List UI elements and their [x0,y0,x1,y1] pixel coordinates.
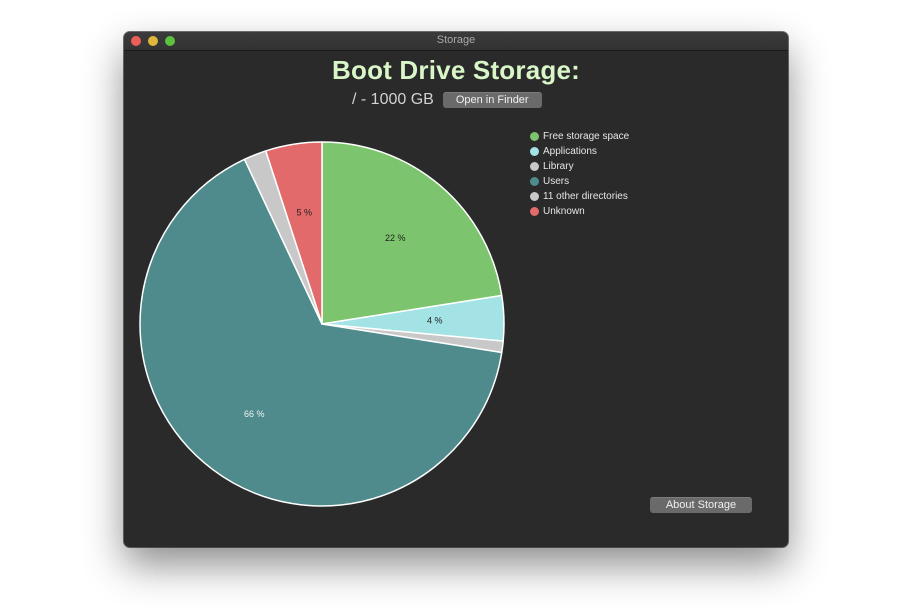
storage-window: Storage Boot Drive Storage: / - 1000 GB … [124,32,788,547]
legend-item: Library [530,159,629,174]
legend-label: Unknown [543,206,585,217]
legend-swatch [530,147,539,156]
legend-item: Users [530,174,629,189]
legend-label: Users [543,176,570,187]
legend-item: Unknown [530,204,629,219]
pie-slice-label: 5 % [297,208,313,218]
legend-label: 11 other directories [543,191,628,202]
pie-slice-free-storage-space[interactable] [321,141,503,325]
legend-item: Applications [530,144,629,159]
legend-swatch [530,177,539,186]
storage-pie-chart: 22 % 4 % 66 % 5 % [139,141,505,507]
pie-slice-label: 22 % [385,233,406,243]
chart-legend: Free storage space Applications Library Use… [530,129,629,219]
legend-item: Free storage space [530,129,629,144]
legend-label: Applications [543,146,597,157]
legend-label: Free storage space [543,131,630,142]
pie-slice-label: 4 % [427,316,443,326]
legend-swatch [530,162,539,171]
legend-swatch [530,207,539,216]
legend-item: 11 other directories [530,189,629,204]
pie-slice-label: 66 % [244,409,265,419]
about-storage-button[interactable]: About Storage [650,497,752,513]
legend-label: Library [543,161,574,172]
legend-swatch [530,132,539,141]
legend-swatch [530,192,539,201]
